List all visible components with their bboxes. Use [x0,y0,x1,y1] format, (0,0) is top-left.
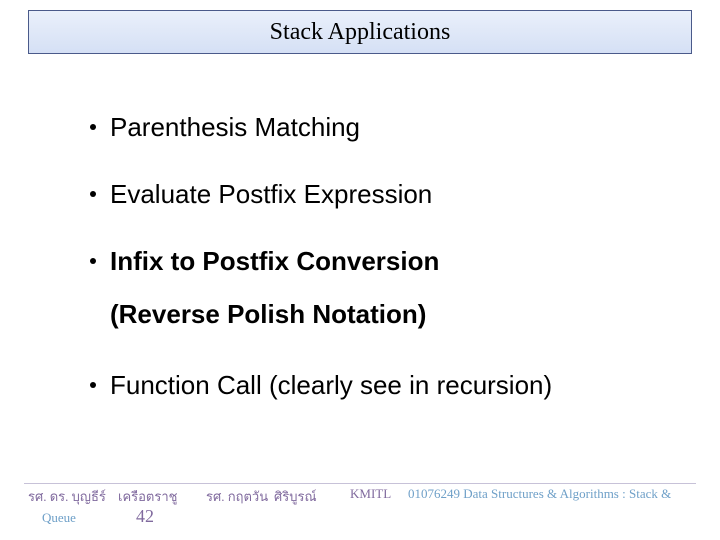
bullet-item: Function Call (clearly see in recursion) [90,368,680,403]
slide-footer: รศ. ดร. บุญธีร์ เครือตราชู รศ. กฤตวัน ศิ… [28,486,700,532]
footer-course-cont: Queue [42,510,76,526]
slide-title-box: Stack Applications [28,10,692,54]
slide-title: Stack Applications [270,19,451,46]
footer-course: 01076249 Data Structures & Algorithms : … [408,486,671,502]
footer-institution: KMITL [350,486,391,502]
bullet-item: Evaluate Postfix Expression [90,177,680,212]
bullet-subtext-row: (Reverse Polish Notation) [110,299,680,330]
footer-author: เครือตราชู [118,486,177,507]
bullet-dot-icon [90,382,96,388]
slide-body: Parenthesis Matching Evaluate Postfix Ex… [90,110,680,435]
bullet-item: Parenthesis Matching [90,110,680,145]
bullet-text: Infix to Postfix Conversion [110,244,439,279]
bullet-text: Evaluate Postfix Expression [110,177,432,212]
bullet-subtext: (Reverse Polish Notation) [110,299,426,329]
footer-author: ศิริบูรณ์ [274,486,317,507]
bullet-item: Infix to Postfix Conversion [90,244,680,279]
bullet-dot-icon [90,124,96,130]
footer-divider [24,483,696,484]
bullet-text: Function Call (clearly see in recursion) [110,368,552,403]
bullet-text: Parenthesis Matching [110,110,360,145]
footer-author: รศ. ดร. บุญธีร์ [28,486,106,507]
slide: Stack Applications Parenthesis Matching … [0,0,720,540]
bullet-dot-icon [90,191,96,197]
footer-author: รศ. กฤตวัน [206,486,268,507]
bullet-dot-icon [90,258,96,264]
page-number: 42 [136,506,154,527]
